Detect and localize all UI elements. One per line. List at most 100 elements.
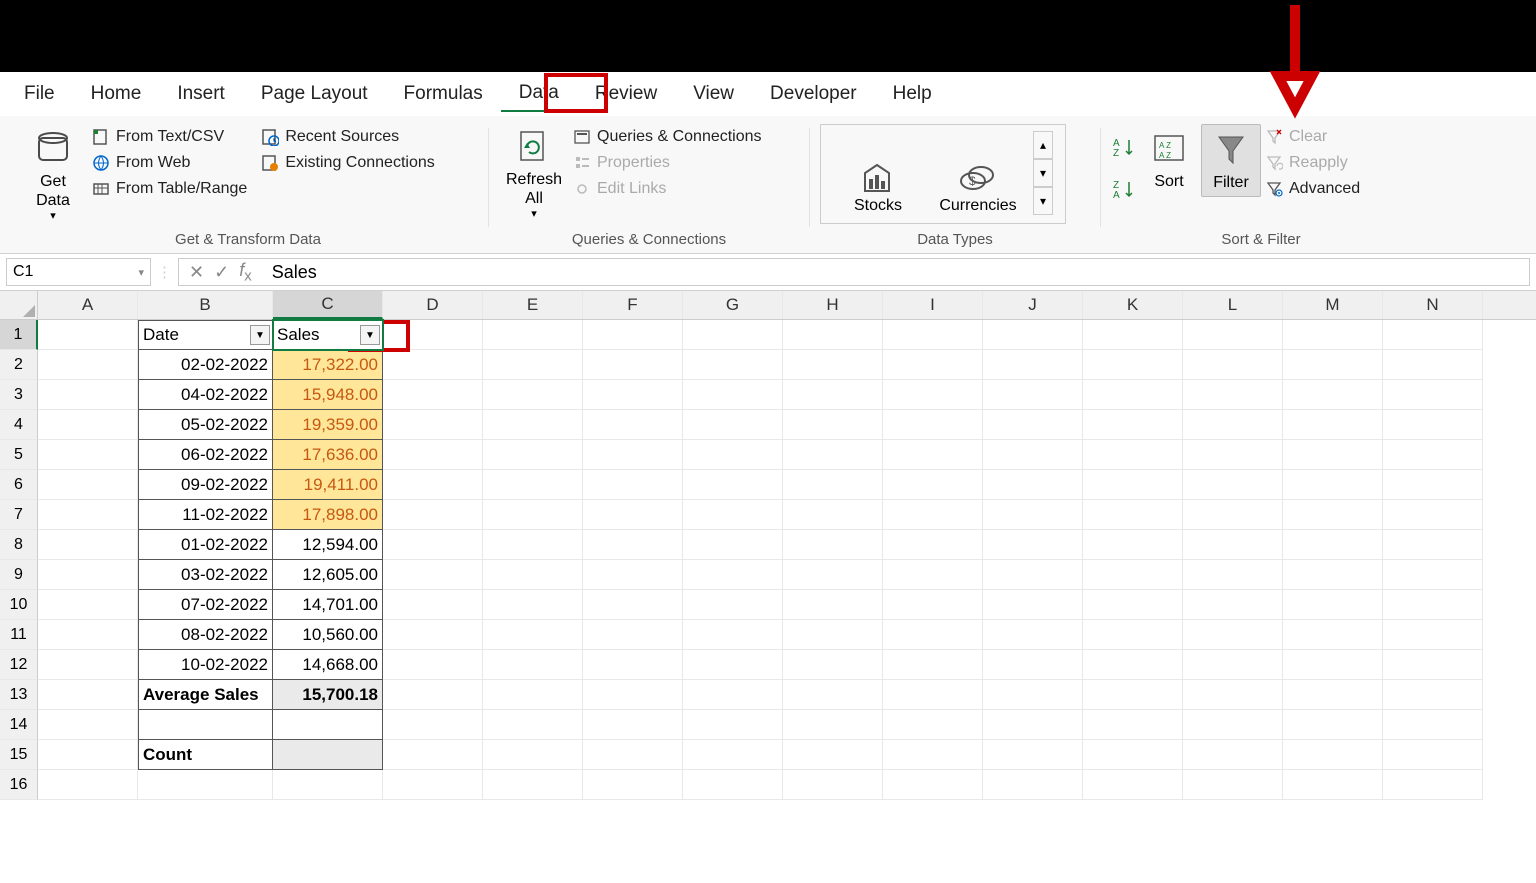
filter-button[interactable]: Filter (1201, 124, 1261, 197)
cell-C11[interactable]: 10,560.00 (273, 620, 383, 650)
column-header-E[interactable]: E (483, 291, 583, 319)
cell-I10[interactable] (883, 590, 983, 620)
cell-A12[interactable] (38, 650, 138, 680)
sort-button[interactable]: A ZA Z Sort (1141, 124, 1197, 195)
cell-C2[interactable]: 17,322.00 (273, 350, 383, 380)
cell-I11[interactable] (883, 620, 983, 650)
cell-E9[interactable] (483, 560, 583, 590)
row-header-7[interactable]: 7 (0, 500, 38, 530)
cell-F10[interactable] (583, 590, 683, 620)
cell-L14[interactable] (1183, 710, 1283, 740)
cell-J15[interactable] (983, 740, 1083, 770)
cell-C12[interactable]: 14,668.00 (273, 650, 383, 680)
tab-review[interactable]: Review (577, 77, 675, 111)
cell-M2[interactable] (1283, 350, 1383, 380)
cell-E8[interactable] (483, 530, 583, 560)
queries-connections-button[interactable]: Queries & Connections (573, 128, 762, 146)
cell-N4[interactable] (1383, 410, 1483, 440)
cell-E16[interactable] (483, 770, 583, 800)
cell-L2[interactable] (1183, 350, 1283, 380)
cell-D15[interactable] (383, 740, 483, 770)
select-all-corner[interactable] (0, 291, 38, 319)
row-header-1[interactable]: 1 (0, 320, 38, 350)
cell-N2[interactable] (1383, 350, 1483, 380)
cell-A6[interactable] (38, 470, 138, 500)
filter-dropdown-sales[interactable]: ▼ (360, 325, 380, 345)
cell-N14[interactable] (1383, 710, 1483, 740)
cell-L16[interactable] (1183, 770, 1283, 800)
cell-G1[interactable] (683, 320, 783, 350)
cell-H16[interactable] (783, 770, 883, 800)
cell-K16[interactable] (1083, 770, 1183, 800)
datatypes-scroll-up[interactable]: ▴ (1033, 131, 1053, 159)
cell-F8[interactable] (583, 530, 683, 560)
cell-H10[interactable] (783, 590, 883, 620)
row-header-4[interactable]: 4 (0, 410, 38, 440)
cell-H4[interactable] (783, 410, 883, 440)
cell-L6[interactable] (1183, 470, 1283, 500)
cell-F6[interactable] (583, 470, 683, 500)
cell-K1[interactable] (1083, 320, 1183, 350)
cell-G12[interactable] (683, 650, 783, 680)
row-header-11[interactable]: 11 (0, 620, 38, 650)
cell-B11[interactable]: 08-02-2022 (138, 620, 273, 650)
cell-G6[interactable] (683, 470, 783, 500)
cell-A10[interactable] (38, 590, 138, 620)
cell-G5[interactable] (683, 440, 783, 470)
cell-G9[interactable] (683, 560, 783, 590)
cell-A8[interactable] (38, 530, 138, 560)
currencies-button[interactable]: $ Currencies (933, 159, 1023, 215)
cell-D8[interactable] (383, 530, 483, 560)
cell-G8[interactable] (683, 530, 783, 560)
cell-J6[interactable] (983, 470, 1083, 500)
column-header-D[interactable]: D (383, 291, 483, 319)
cell-B12[interactable]: 10-02-2022 (138, 650, 273, 680)
tab-insert[interactable]: Insert (159, 77, 243, 111)
cell-H3[interactable] (783, 380, 883, 410)
cell-D12[interactable] (383, 650, 483, 680)
cell-G15[interactable] (683, 740, 783, 770)
accept-formula-button[interactable]: ✓ (214, 262, 229, 283)
cell-J7[interactable] (983, 500, 1083, 530)
cell-N12[interactable] (1383, 650, 1483, 680)
cell-A1[interactable] (38, 320, 138, 350)
filter-dropdown-date[interactable]: ▼ (250, 325, 270, 345)
column-header-A[interactable]: A (38, 291, 138, 319)
cell-E5[interactable] (483, 440, 583, 470)
column-header-H[interactable]: H (783, 291, 883, 319)
cell-F13[interactable] (583, 680, 683, 710)
cell-F7[interactable] (583, 500, 683, 530)
cell-B13[interactable]: Average Sales (138, 680, 273, 710)
cell-K13[interactable] (1083, 680, 1183, 710)
name-box[interactable]: C1▾ (6, 258, 151, 286)
cell-E6[interactable] (483, 470, 583, 500)
cell-M4[interactable] (1283, 410, 1383, 440)
cell-F3[interactable] (583, 380, 683, 410)
cell-F16[interactable] (583, 770, 683, 800)
cell-L13[interactable] (1183, 680, 1283, 710)
tab-file[interactable]: File (6, 77, 73, 111)
cell-L7[interactable] (1183, 500, 1283, 530)
cell-E4[interactable] (483, 410, 583, 440)
row-header-2[interactable]: 2 (0, 350, 38, 380)
cell-H13[interactable] (783, 680, 883, 710)
cell-I6[interactable] (883, 470, 983, 500)
cell-F4[interactable] (583, 410, 683, 440)
cell-K10[interactable] (1083, 590, 1183, 620)
column-header-I[interactable]: I (883, 291, 983, 319)
cell-I4[interactable] (883, 410, 983, 440)
cell-J11[interactable] (983, 620, 1083, 650)
cell-C10[interactable]: 14,701.00 (273, 590, 383, 620)
cell-K4[interactable] (1083, 410, 1183, 440)
tab-data[interactable]: Data (501, 76, 577, 112)
cell-A16[interactable] (38, 770, 138, 800)
datatypes-scroll-down[interactable]: ▾ (1033, 159, 1053, 187)
cell-M3[interactable] (1283, 380, 1383, 410)
cell-D7[interactable] (383, 500, 483, 530)
cell-A11[interactable] (38, 620, 138, 650)
row-header-14[interactable]: 14 (0, 710, 38, 740)
advanced-button[interactable]: Advanced (1265, 180, 1360, 198)
cell-N3[interactable] (1383, 380, 1483, 410)
row-header-5[interactable]: 5 (0, 440, 38, 470)
cell-J12[interactable] (983, 650, 1083, 680)
